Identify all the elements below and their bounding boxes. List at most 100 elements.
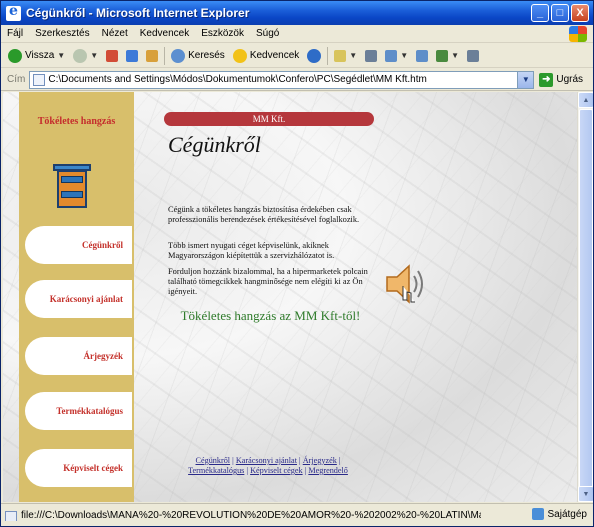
search-icon [171,48,186,63]
favorites-label: Kedvencek [249,50,300,61]
search-label: Keresés [188,50,225,61]
research-button[interactable] [463,46,483,66]
toolbar: Vissza ▼ ▼ Keresés Kedvencek ▼ ▼ ▼ [1,44,593,68]
forward-arrow-icon [73,48,88,63]
footer-link-termekkatalogus[interactable]: Termékkatalógus [188,466,244,475]
vertical-scrollbar[interactable]: ▲ ▼ [577,92,593,502]
menu-help[interactable]: Súgó [250,28,285,39]
refresh-button[interactable] [122,46,142,66]
refresh-icon [126,49,139,62]
search-button[interactable]: Keresés [167,46,229,66]
company-banner: MM Kft. [164,112,374,126]
logo-cabinet [57,170,87,208]
back-label: Vissza [25,50,55,61]
history-button[interactable] [303,46,325,66]
windows-logo-icon [569,26,587,42]
page-viewport: Tökéletes hangzás Cégünkről Karácsonyi a… [3,92,577,502]
menu-bar: Fájl Szerkesztés Nézet Kedvencek Eszközö… [1,25,593,43]
close-button[interactable]: X [571,4,589,22]
chevron-down-icon: ▼ [349,51,358,60]
nav-karacsonyi-ajanlat[interactable]: Karácsonyi ajánlat [25,280,132,318]
title-bar: Cégünkről - Microsoft Internet Explorer … [1,1,593,25]
chevron-down-icon: ▼ [90,51,99,60]
footer-links: Cégünkről | Karácsonyi ajánlat | Árjegyz… [188,456,348,475]
edit-icon [385,49,398,62]
chevron-down-icon: ▼ [451,51,460,60]
go-arrow-icon: ➜ [539,72,554,87]
zone-label: Sajátgép [547,508,587,520]
go-label: Ugrás [556,74,584,85]
page-icon [5,510,17,521]
address-bar: Cím C:\Documents and Settings\Módos\Doku… [1,69,593,91]
window-controls: _ □ X [531,4,589,22]
speaker-cabinet-logo [53,164,91,210]
status-url: file:///C:\Downloads\MANA%20-%20REVOLUTI… [21,509,481,521]
menu-tools[interactable]: Eszközök [195,28,250,39]
paragraph: Több ismert nyugati céget képviselünk, a… [168,241,335,260]
messenger-icon [436,49,449,62]
address-url: C:\Documents and Settings\Módos\Dokument… [48,74,427,85]
home-icon [146,49,159,62]
toolbar-separator [327,46,329,65]
favorites-button[interactable]: Kedvencek [229,46,303,66]
status-bar: file:///C:\Downloads\MANA%20-%20REVOLUTI… [1,503,593,526]
brand-text: Tökéletes hangzás [37,116,116,127]
page-icon [33,73,46,86]
status-text: file:///C:\Downloads\MANA%20-%20REVOLUTI… [1,510,481,521]
logo-shelf [61,191,83,198]
scroll-down-button[interactable]: ▼ [578,486,593,502]
minimize-button[interactable]: _ [531,4,549,22]
speaker-icon[interactable] [383,262,429,306]
history-icon [307,48,322,63]
footer-link-arjegyzek[interactable]: Árjegyzék [303,456,337,465]
go-button[interactable]: ➜ Ugrás [539,72,584,87]
forward-button[interactable]: ▼ [69,46,102,66]
research-icon [467,49,480,62]
menu-view[interactable]: Nézet [96,28,134,39]
address-input[interactable]: C:\Documents and Settings\Módos\Dokument… [29,70,535,89]
address-dropdown-button[interactable]: ▼ [517,71,534,88]
print-button[interactable] [361,46,381,66]
menu-edit[interactable]: Szerkesztés [29,28,95,39]
computer-icon [531,508,544,520]
back-arrow-icon [8,48,22,63]
discuss-button[interactable] [412,46,432,66]
nav-termekkatalogus[interactable]: Termékkatalógus [25,392,132,430]
paragraph: Forduljon hozzánk bizalommal, ha a hiper… [168,267,368,296]
back-button[interactable]: Vissza ▼ [4,46,69,66]
window-title: Cégünkről - Microsoft Internet Explorer [26,6,250,20]
star-icon [232,48,247,63]
home-button[interactable] [142,46,162,66]
page-title: Cégünkről [168,132,261,157]
footer-link-cegunkrol[interactable]: Cégünkről [196,456,231,465]
menu-favorites[interactable]: Kedvencek [134,28,195,39]
discuss-icon [416,49,429,62]
nav-cegunkrol[interactable]: Cégünkről [25,226,132,264]
ie-icon [6,3,21,21]
footer-link-karacsonyi-ajanlat[interactable]: Karácsonyi ajánlat [236,456,297,465]
maximize-button[interactable]: □ [551,4,569,22]
mail-button[interactable]: ▼ [330,46,361,66]
footer-link-kepviselt-cegek[interactable]: Képviselt cégek [250,466,303,475]
messenger-button[interactable]: ▼ [432,46,463,66]
address-label: Cím [7,74,26,85]
stop-button[interactable] [102,46,122,66]
paragraph: Cégünk a tökéletes hangzás biztosítása é… [168,205,360,224]
stop-icon [106,49,119,62]
chevron-down-icon: ▼ [57,51,66,60]
logo-shelf [61,176,83,183]
print-icon [365,49,378,62]
edit-button[interactable]: ▼ [381,46,412,66]
scroll-thumb[interactable] [579,109,593,489]
nav-kepviselt-cegek[interactable]: Képviselt cégek [25,449,132,487]
nav-arjegyzek[interactable]: Árjegyzék [25,337,132,375]
sidebar: Tökéletes hangzás Cégünkről Karácsonyi a… [19,92,134,502]
toolbar-separator [164,46,166,65]
slogan-text: Tökéletes hangzás az MM Kft-től! [180,308,361,323]
security-zone: Sajátgép [531,508,587,520]
footer-link-megrendelo[interactable]: Megrendelő [308,466,348,475]
scroll-up-button[interactable]: ▲ [578,92,593,108]
menu-file[interactable]: Fájl [1,28,29,39]
chevron-down-icon: ▼ [400,51,409,60]
browser-window: Cégünkről - Microsoft Internet Explorer … [0,0,594,527]
